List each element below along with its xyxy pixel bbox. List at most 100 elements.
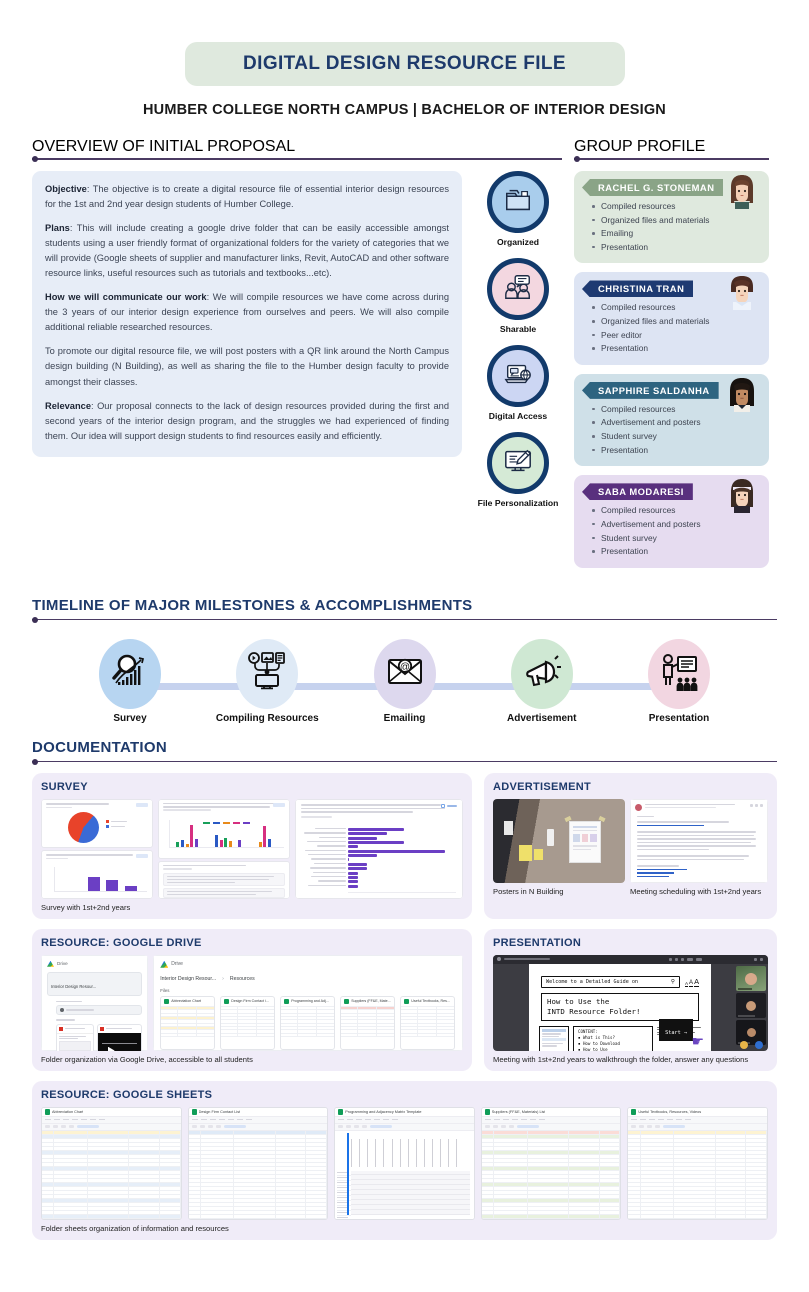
member-task-list: Compiled resources Advertisement and post…	[582, 504, 761, 558]
member-task: Organized files and materials	[592, 315, 761, 329]
member-task: Compiled resources	[592, 403, 761, 417]
survey-shot-grouped-bar[interactable]	[157, 798, 290, 899]
member-task: Organized files and materials	[592, 214, 761, 228]
member-task: Presentation	[592, 342, 761, 356]
google-sheet-window[interactable]: Useful Textbooks, Resources, Videos	[627, 1106, 768, 1220]
google-sheets-card: RESOURCE: GOOGLE SHEETS Abbreviation Cha…	[32, 1080, 777, 1240]
drive-file-tile[interactable]: Useful Textbooks, Res...	[400, 995, 456, 1050]
feature-item: Organized	[474, 171, 562, 247]
sheets-icon	[284, 998, 290, 1004]
survey-shot-pie-bar[interactable]	[41, 798, 153, 899]
proposal-paragraph: Objective: The objective is to create a …	[45, 184, 449, 210]
bullet-icon: ▪	[578, 1040, 581, 1046]
folder-icon	[503, 185, 533, 220]
drive-folder-label: Interior Design Resour...	[51, 983, 97, 989]
group-member-card: SAPPHIRE SALDANHA Compiled resources Adve…	[574, 373, 769, 467]
member-name-banner: SABA MODARESI	[582, 483, 693, 501]
drive-breadcrumb-2[interactable]: Resources	[230, 976, 255, 982]
drive-file-name: Programming and Adj...	[291, 999, 329, 1004]
envelope-at-icon-bubble: @	[373, 638, 436, 709]
font-size-large-icon[interactable]: A	[694, 977, 699, 987]
magnifier-growth-chart-icon-bubble	[99, 638, 161, 709]
drive-label: Drive	[57, 961, 68, 967]
advertisement-caption-1: Posters in N Building	[493, 886, 564, 896]
cursor-hand-icon: ☛	[691, 1032, 704, 1049]
proposal-text-block: Objective: The objective is to create a …	[32, 171, 462, 457]
feature-item: File Personalization	[474, 432, 562, 508]
top-columns: Objective: The objective is to create a …	[32, 171, 777, 577]
drive-file-tile[interactable]: Programming and Adj...	[280, 995, 336, 1050]
laptop-globe-icon	[503, 359, 533, 394]
slide-start-button[interactable]: Start →	[665, 1030, 687, 1036]
advertisement-captions: Posters in N Building Meeting scheduling…	[493, 883, 768, 896]
folder-icon-ring	[487, 171, 549, 233]
member-task-list: Compiled resources Organized files and ma…	[582, 301, 761, 355]
proposal-paragraph: Plans: This will include creating a goog…	[45, 223, 449, 279]
timeline-section-header: TIMELINE OF MAJOR MILESTONES & ACCOMPLIS…	[32, 597, 777, 623]
sheets-icon	[45, 1108, 50, 1115]
drive-file-name: Suppliers (FF&E, Mate...	[351, 999, 391, 1004]
member-name-banner: RACHEL G. STONEMAN	[582, 179, 724, 196]
google-sheet-window[interactable]: Design Firm Contact List	[187, 1106, 329, 1220]
gmail-email-screenshot[interactable]	[630, 798, 768, 883]
overview-section-header: OVERVIEW OF INITIAL PROPOSAL	[32, 138, 562, 162]
drive-file-tile[interactable]: Design Firm Contact i...	[220, 995, 276, 1050]
sheet-title: Useful Textbooks, Resources, Videos	[638, 1109, 702, 1114]
drive-file-tile[interactable]: Abbreviation Chart	[160, 995, 216, 1050]
google-sheet-window[interactable]: Suppliers (FF&E, Materials) List	[480, 1106, 622, 1220]
proposal-column: Objective: The objective is to create a …	[32, 171, 462, 577]
timeline-step-label: Emailing	[383, 712, 426, 724]
feature-label: Organized	[496, 237, 540, 247]
drive-file-tile[interactable]: Suppliers (FF&E, Mate...	[340, 995, 396, 1050]
timeline-step-label: Advertisement	[507, 712, 577, 724]
font-size-medium-icon[interactable]: A	[689, 980, 694, 987]
survey-screenshots	[41, 798, 463, 899]
top-section-headers: OVERVIEW OF INITIAL PROPOSAL GROUP PROFI…	[32, 138, 777, 162]
slide-content-item-label: How to Use	[582, 1047, 608, 1051]
sheets-icon	[191, 1108, 197, 1115]
drive-sidebar-screenshot[interactable]: Drive Interior Design Resour...	[41, 954, 149, 1051]
presentation-title: PRESENTATION	[493, 936, 582, 949]
advertisement-card: ADVERTISEMENT Posters in N Building Meet…	[484, 772, 777, 919]
presentation-card: PRESENTATION Welcome to a Detailed Guide…	[484, 928, 777, 1071]
drive-files-label: Files	[160, 987, 170, 993]
zoom-presentation-screenshot[interactable]: Welcome to a Detailed Guide on ⚲ A A A H…	[493, 954, 768, 1051]
monitor-media-collect-icon-bubble	[236, 638, 299, 709]
envelope-at-icon: @	[385, 651, 425, 696]
member-task: Advertisement and posters	[592, 416, 761, 430]
poster-page: DIGITAL DESIGN RESOURCE FILE HUMBER COLL…	[0, 42, 809, 1292]
slide-content-item-label: What is This?	[582, 1034, 615, 1040]
drive-file-name: Useful Textbooks, Res...	[411, 999, 450, 1004]
sheets-icon	[338, 1108, 344, 1115]
sheet-title: Design Firm Contact List	[198, 1109, 241, 1114]
google-drive-screenshots: Drive Interior Design Resour... Drive In…	[41, 954, 463, 1051]
member-task: Emailing	[592, 227, 761, 241]
overview-label: OVERVIEW OF INITIAL PROPOSAL	[32, 138, 296, 155]
drive-files-screenshot[interactable]: Drive Interior Design Resour... › Resour…	[153, 954, 463, 1051]
survey-shot-horizontal-bar[interactable]	[294, 798, 463, 899]
google-sheet-window[interactable]: Programming and Adjacency Matrix Templat…	[334, 1106, 475, 1220]
overview-rule	[32, 156, 562, 162]
google-drive-caption: Folder organization via Google Drive, ac…	[41, 1054, 253, 1064]
timeline-step: Presentation	[619, 638, 739, 724]
sheets-icon	[631, 1108, 637, 1115]
drive-breadcrumb-1[interactable]: Interior Design Resour...	[160, 976, 216, 982]
poster-photo[interactable]	[493, 798, 626, 883]
group-member-card: CHRISTINA TRAN Compiled resources Organiz…	[574, 272, 769, 365]
slide-content-item-label: How to Download	[582, 1040, 620, 1046]
timeline-step-label: Compiling Resources	[215, 712, 319, 724]
font-size-small-icon[interactable]: A	[684, 981, 689, 987]
member-banner-wrap: CHRISTINA TRAN	[582, 272, 761, 311]
proposal-lead: Relevance	[45, 400, 91, 411]
member-name: SAPPHIRE SALDANHA	[598, 384, 710, 396]
slide-content-item: ▪ How to Use	[578, 1047, 648, 1051]
drive-label-2: Drive	[171, 961, 183, 968]
timeline-step: Advertisement	[482, 638, 602, 724]
monitor-media-collect-icon	[247, 651, 287, 696]
google-sheet-window[interactable]: Abbreviation Chart	[41, 1106, 182, 1220]
member-task: Student survey	[592, 430, 761, 444]
timeline-step: @ Emailing	[345, 638, 465, 724]
member-task: Advertisement and posters	[592, 518, 761, 532]
timeline-label: TIMELINE OF MAJOR MILESTONES & ACCOMPLIS…	[32, 596, 473, 614]
laptop-globe-icon-ring	[487, 345, 549, 407]
